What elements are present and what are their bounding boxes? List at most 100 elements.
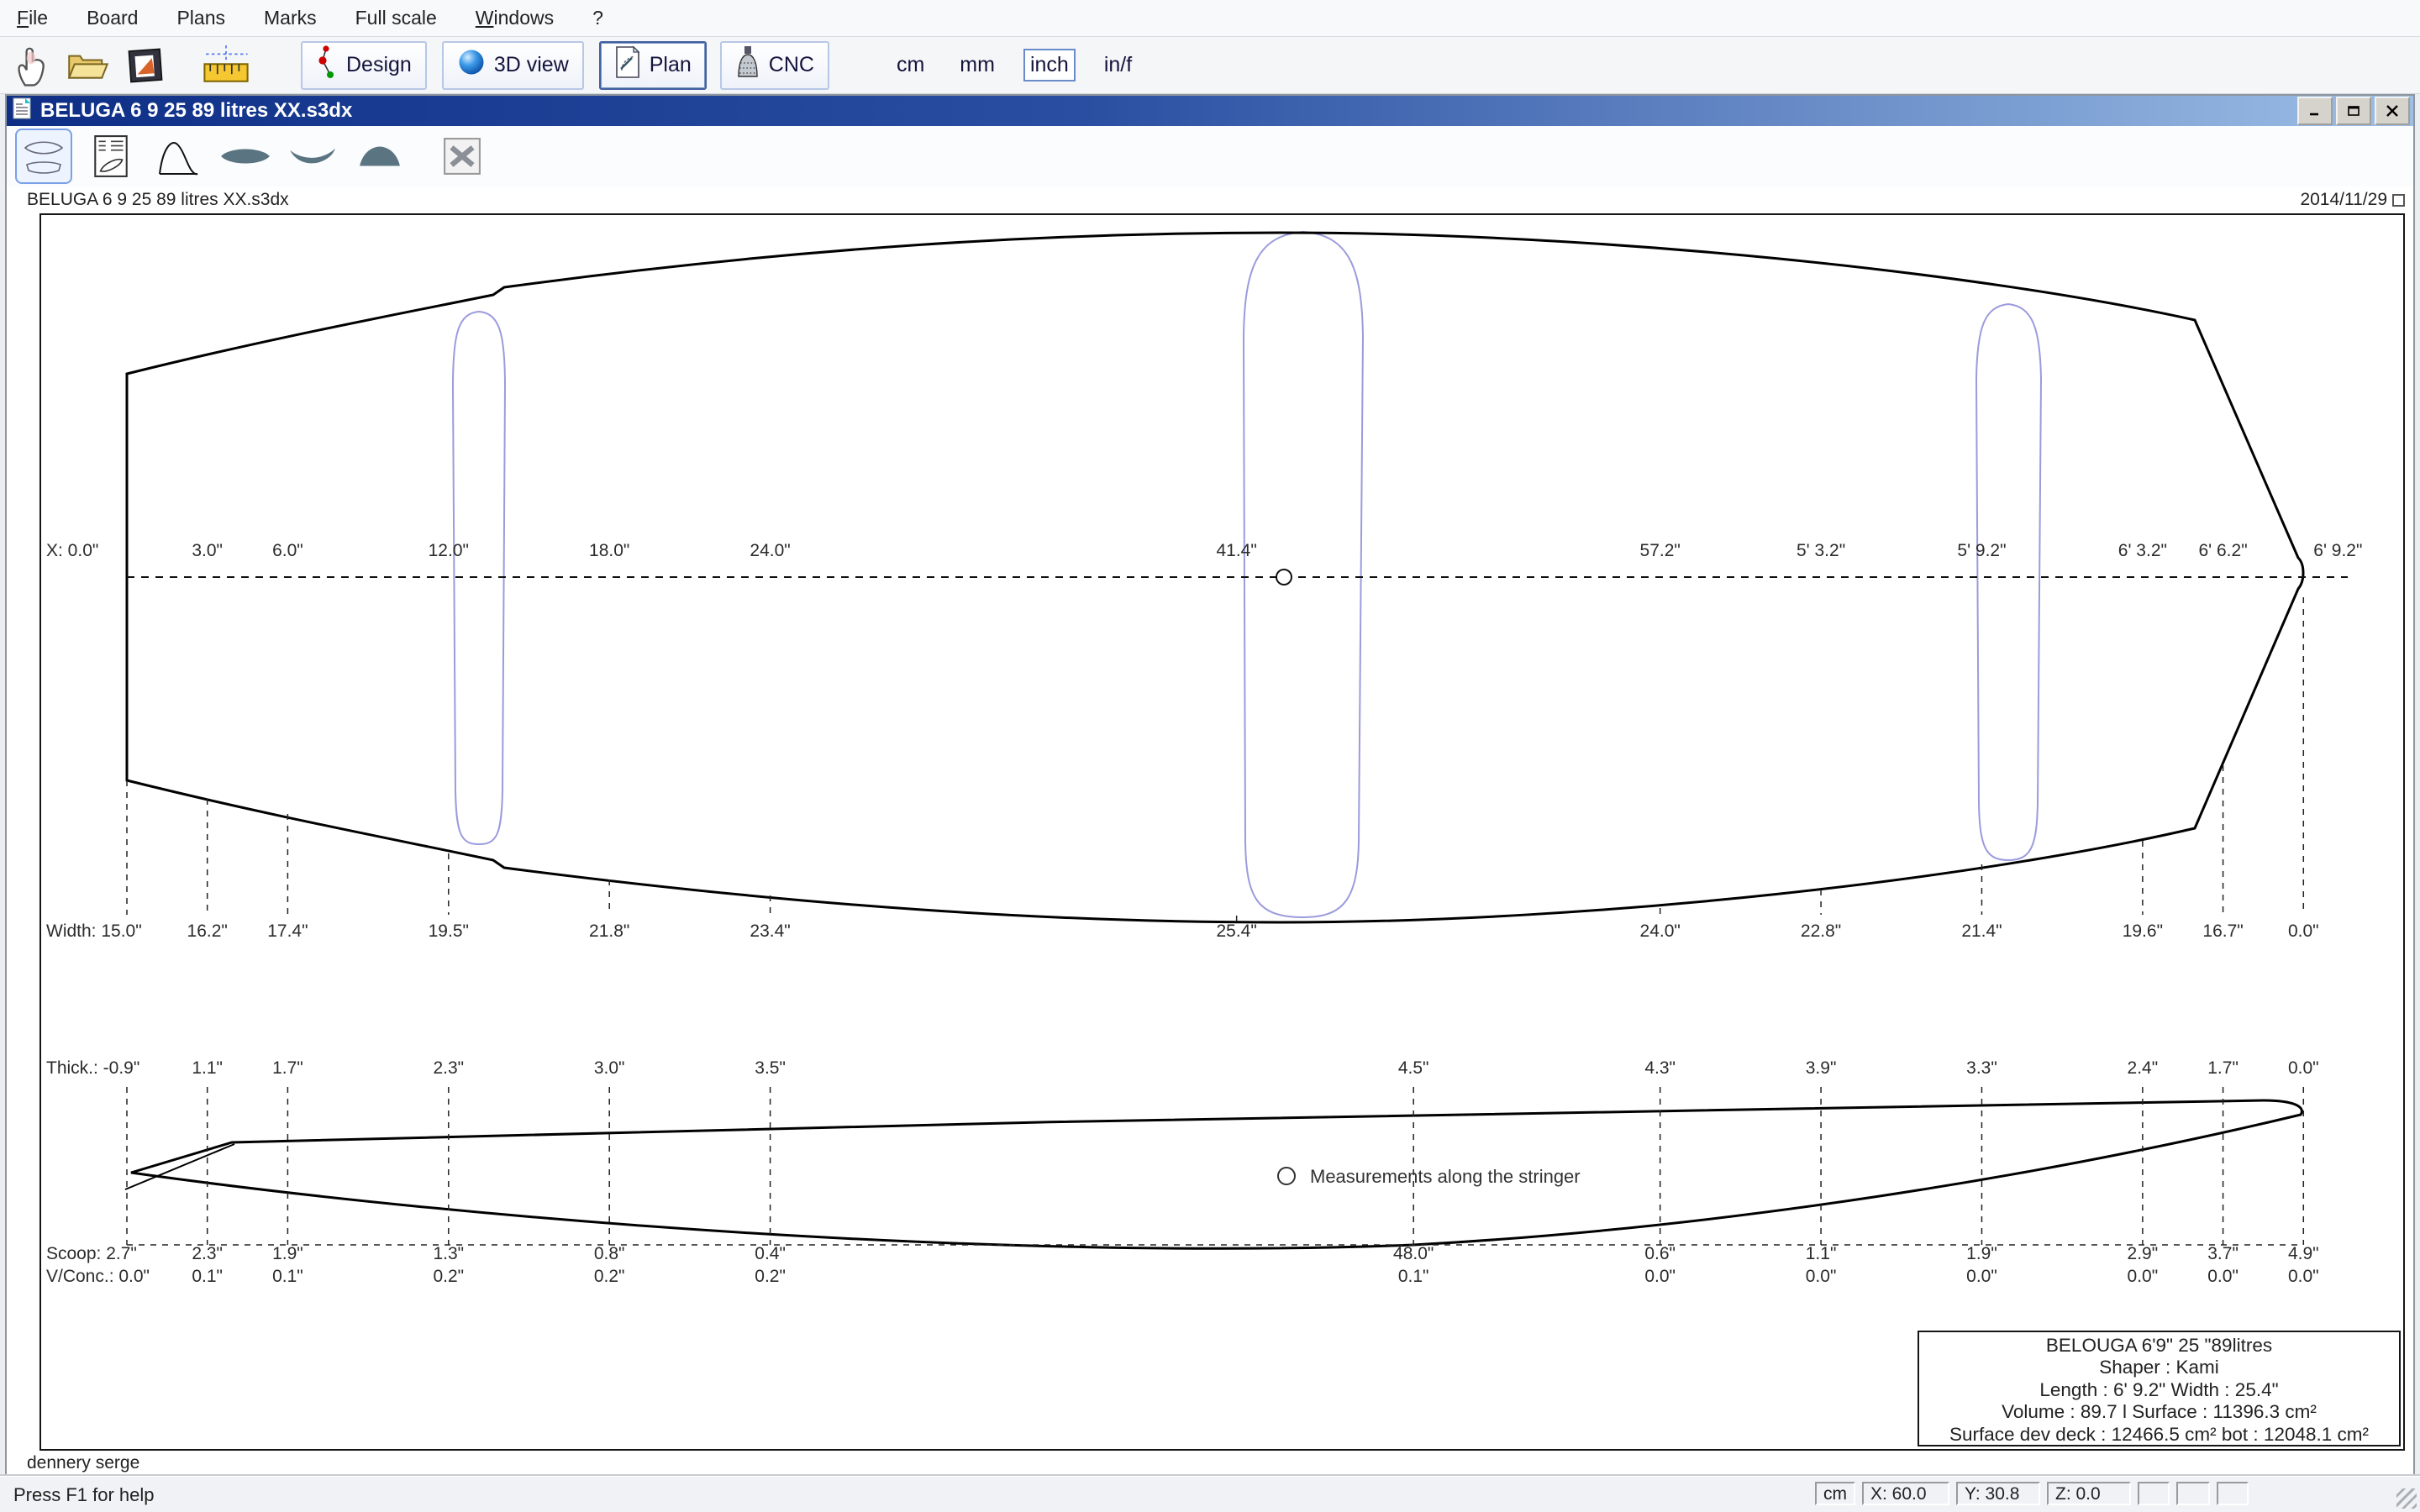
svg-text:X: 0.0": X: 0.0" <box>46 541 98 560</box>
menu-plans[interactable]: Plans <box>176 7 225 29</box>
main-toolbar: Design 3D view Plan <box>0 37 2420 94</box>
svg-text:0.0": 0.0" <box>1966 1267 1997 1286</box>
svg-text:41.4": 41.4" <box>1216 541 1256 560</box>
svg-text:0.1": 0.1" <box>192 1267 223 1286</box>
resize-grip[interactable] <box>2396 1488 2417 1509</box>
plan-button[interactable]: Plan <box>599 41 707 90</box>
width-dash-lines <box>127 597 2303 921</box>
export-excel-button[interactable] <box>434 129 491 184</box>
svg-text:2.9": 2.9" <box>2128 1244 2159 1263</box>
svg-text:0.8": 0.8" <box>594 1244 625 1263</box>
svg-text:5' 9.2": 5' 9.2" <box>1957 541 2006 560</box>
window-title: BELUGA 6 9 25 89 litres XX.s3dx <box>40 99 352 123</box>
design-button[interactable]: Design <box>301 41 427 90</box>
spec-line-5: Surface dev deck : 12466.5 cm² bot : 120… <box>1919 1424 2399 1446</box>
menu-file[interactable]: File <box>17 7 48 29</box>
svg-text:Width: 15.0": Width: 15.0" <box>46 921 142 941</box>
rocker-solid-button[interactable] <box>284 129 341 184</box>
svg-text:18.0": 18.0" <box>589 541 629 560</box>
menu-windows[interactable]: Windows <box>476 7 554 29</box>
plan-button-label: Plan <box>650 53 692 77</box>
svg-text:3.5": 3.5" <box>755 1058 786 1078</box>
spec-line-1: BELOUGA 6'9" 25 "89litres <box>1919 1335 2399 1357</box>
menu-marks[interactable]: Marks <box>264 7 317 29</box>
menu-bar: File Board Plans Marks Full scale Window… <box>0 0 2420 37</box>
hand-tool-icon[interactable] <box>7 41 55 90</box>
outline-view-icon <box>22 136 66 176</box>
svg-text:0.6": 0.6" <box>1644 1244 1676 1263</box>
svg-text:0.1": 0.1" <box>272 1267 303 1286</box>
svg-text:24.0": 24.0" <box>750 541 790 560</box>
section-solid-icon <box>358 144 402 168</box>
svg-text:23.4": 23.4" <box>750 921 790 941</box>
stringer-marker <box>1276 570 1292 585</box>
svg-text:3.3": 3.3" <box>1966 1058 1997 1078</box>
section-overlays <box>453 232 2041 917</box>
document-date-row: 2014/11/29 <box>2300 190 2405 210</box>
svg-text:48.0": 48.0" <box>1393 1244 1434 1263</box>
maximize-button[interactable] <box>2336 97 2371 125</box>
date-checkbox[interactable] <box>2392 194 2405 207</box>
measurements-sheet-button[interactable] <box>82 129 139 184</box>
svg-text:1.1": 1.1" <box>1806 1244 1837 1263</box>
outline-view-button[interactable] <box>15 129 72 184</box>
svg-text:1.9": 1.9" <box>272 1244 303 1263</box>
svg-text:3.0": 3.0" <box>594 1058 625 1078</box>
status-empty-2 <box>2176 1482 2210 1505</box>
svg-text:4.3": 4.3" <box>1644 1058 1676 1078</box>
svg-text:3.0": 3.0" <box>192 541 223 560</box>
print-icon[interactable] <box>121 41 170 90</box>
svg-text:5' 3.2": 5' 3.2" <box>1797 541 1845 560</box>
ruler-icon[interactable] <box>202 41 250 90</box>
svg-text:0.0": 0.0" <box>2288 1058 2319 1078</box>
unit-inf[interactable]: in/f <box>1097 49 1139 81</box>
rocker-curve-icon <box>157 135 199 177</box>
svg-text:21.8": 21.8" <box>589 921 629 941</box>
unit-inch[interactable]: inch <box>1023 49 1076 81</box>
plan-icon <box>614 45 641 85</box>
open-folder-icon[interactable] <box>64 41 113 90</box>
minimize-button[interactable] <box>2297 97 2333 125</box>
menu-help[interactable]: ? <box>592 7 603 29</box>
menu-board[interactable]: Board <box>87 7 138 29</box>
status-y: Y: 30.8 <box>1956 1482 2040 1505</box>
svg-text:0.2": 0.2" <box>755 1267 786 1286</box>
unit-cm[interactable]: cm <box>890 49 931 81</box>
rocker-solid-icon <box>288 146 337 166</box>
svg-text:0.0": 0.0" <box>2288 921 2319 941</box>
svg-text:12.0": 12.0" <box>429 541 469 560</box>
unit-mm[interactable]: mm <box>953 49 1002 81</box>
3d-view-button[interactable]: 3D view <box>442 41 584 90</box>
svg-text:0.2": 0.2" <box>433 1267 464 1286</box>
svg-text:0.0": 0.0" <box>1644 1267 1676 1286</box>
svg-text:16.7": 16.7" <box>2202 921 2243 941</box>
menu-full-scale[interactable]: Full scale <box>355 7 437 29</box>
svg-text:1.7": 1.7" <box>272 1058 303 1078</box>
svg-text:V/Conc.: 0.0": V/Conc.: 0.0" <box>46 1267 150 1286</box>
svg-text:4.5": 4.5" <box>1398 1058 1429 1078</box>
3d-view-button-label: 3D view <box>494 53 569 77</box>
svg-text:3.9": 3.9" <box>1806 1058 1837 1078</box>
spec-line-4: Volume : 89.7 l Surface : 11396.3 cm² <box>1919 1401 2399 1423</box>
svg-text:1.1": 1.1" <box>192 1058 223 1078</box>
close-button[interactable] <box>2375 97 2410 125</box>
svg-text:19.5": 19.5" <box>429 921 469 941</box>
svg-text:3.7": 3.7" <box>2207 1244 2238 1263</box>
unit-selector: cm mm inch in/f <box>890 49 1139 81</box>
window-title-bar[interactable]: BELUGA 6 9 25 89 litres XX.s3dx <box>7 96 2413 126</box>
svg-text:0.1": 0.1" <box>1398 1267 1429 1286</box>
svg-text:6' 6.2": 6' 6.2" <box>2198 541 2247 560</box>
document-icon <box>12 97 32 126</box>
board-drawing: Measurements along the stringerX: 0.0"3.… <box>41 215 2403 1449</box>
svg-text:0.2": 0.2" <box>594 1267 625 1286</box>
svg-text:Thick.: -0.9": Thick.: -0.9" <box>46 1058 139 1078</box>
status-help-text: Press F1 for help <box>13 1484 155 1506</box>
rocker-curve-button[interactable] <box>150 129 207 184</box>
section-solid-button[interactable] <box>351 129 408 184</box>
status-cells: cm X: 60.0 Y: 30.8 Z: 0.0 <box>1815 1482 2249 1505</box>
svg-text:0.0": 0.0" <box>1806 1267 1837 1286</box>
svg-text:6' 3.2": 6' 3.2" <box>2118 541 2167 560</box>
outline-solid-button[interactable] <box>217 129 274 184</box>
svg-text:0.4": 0.4" <box>755 1244 786 1263</box>
cnc-button[interactable]: CNC <box>720 41 829 90</box>
